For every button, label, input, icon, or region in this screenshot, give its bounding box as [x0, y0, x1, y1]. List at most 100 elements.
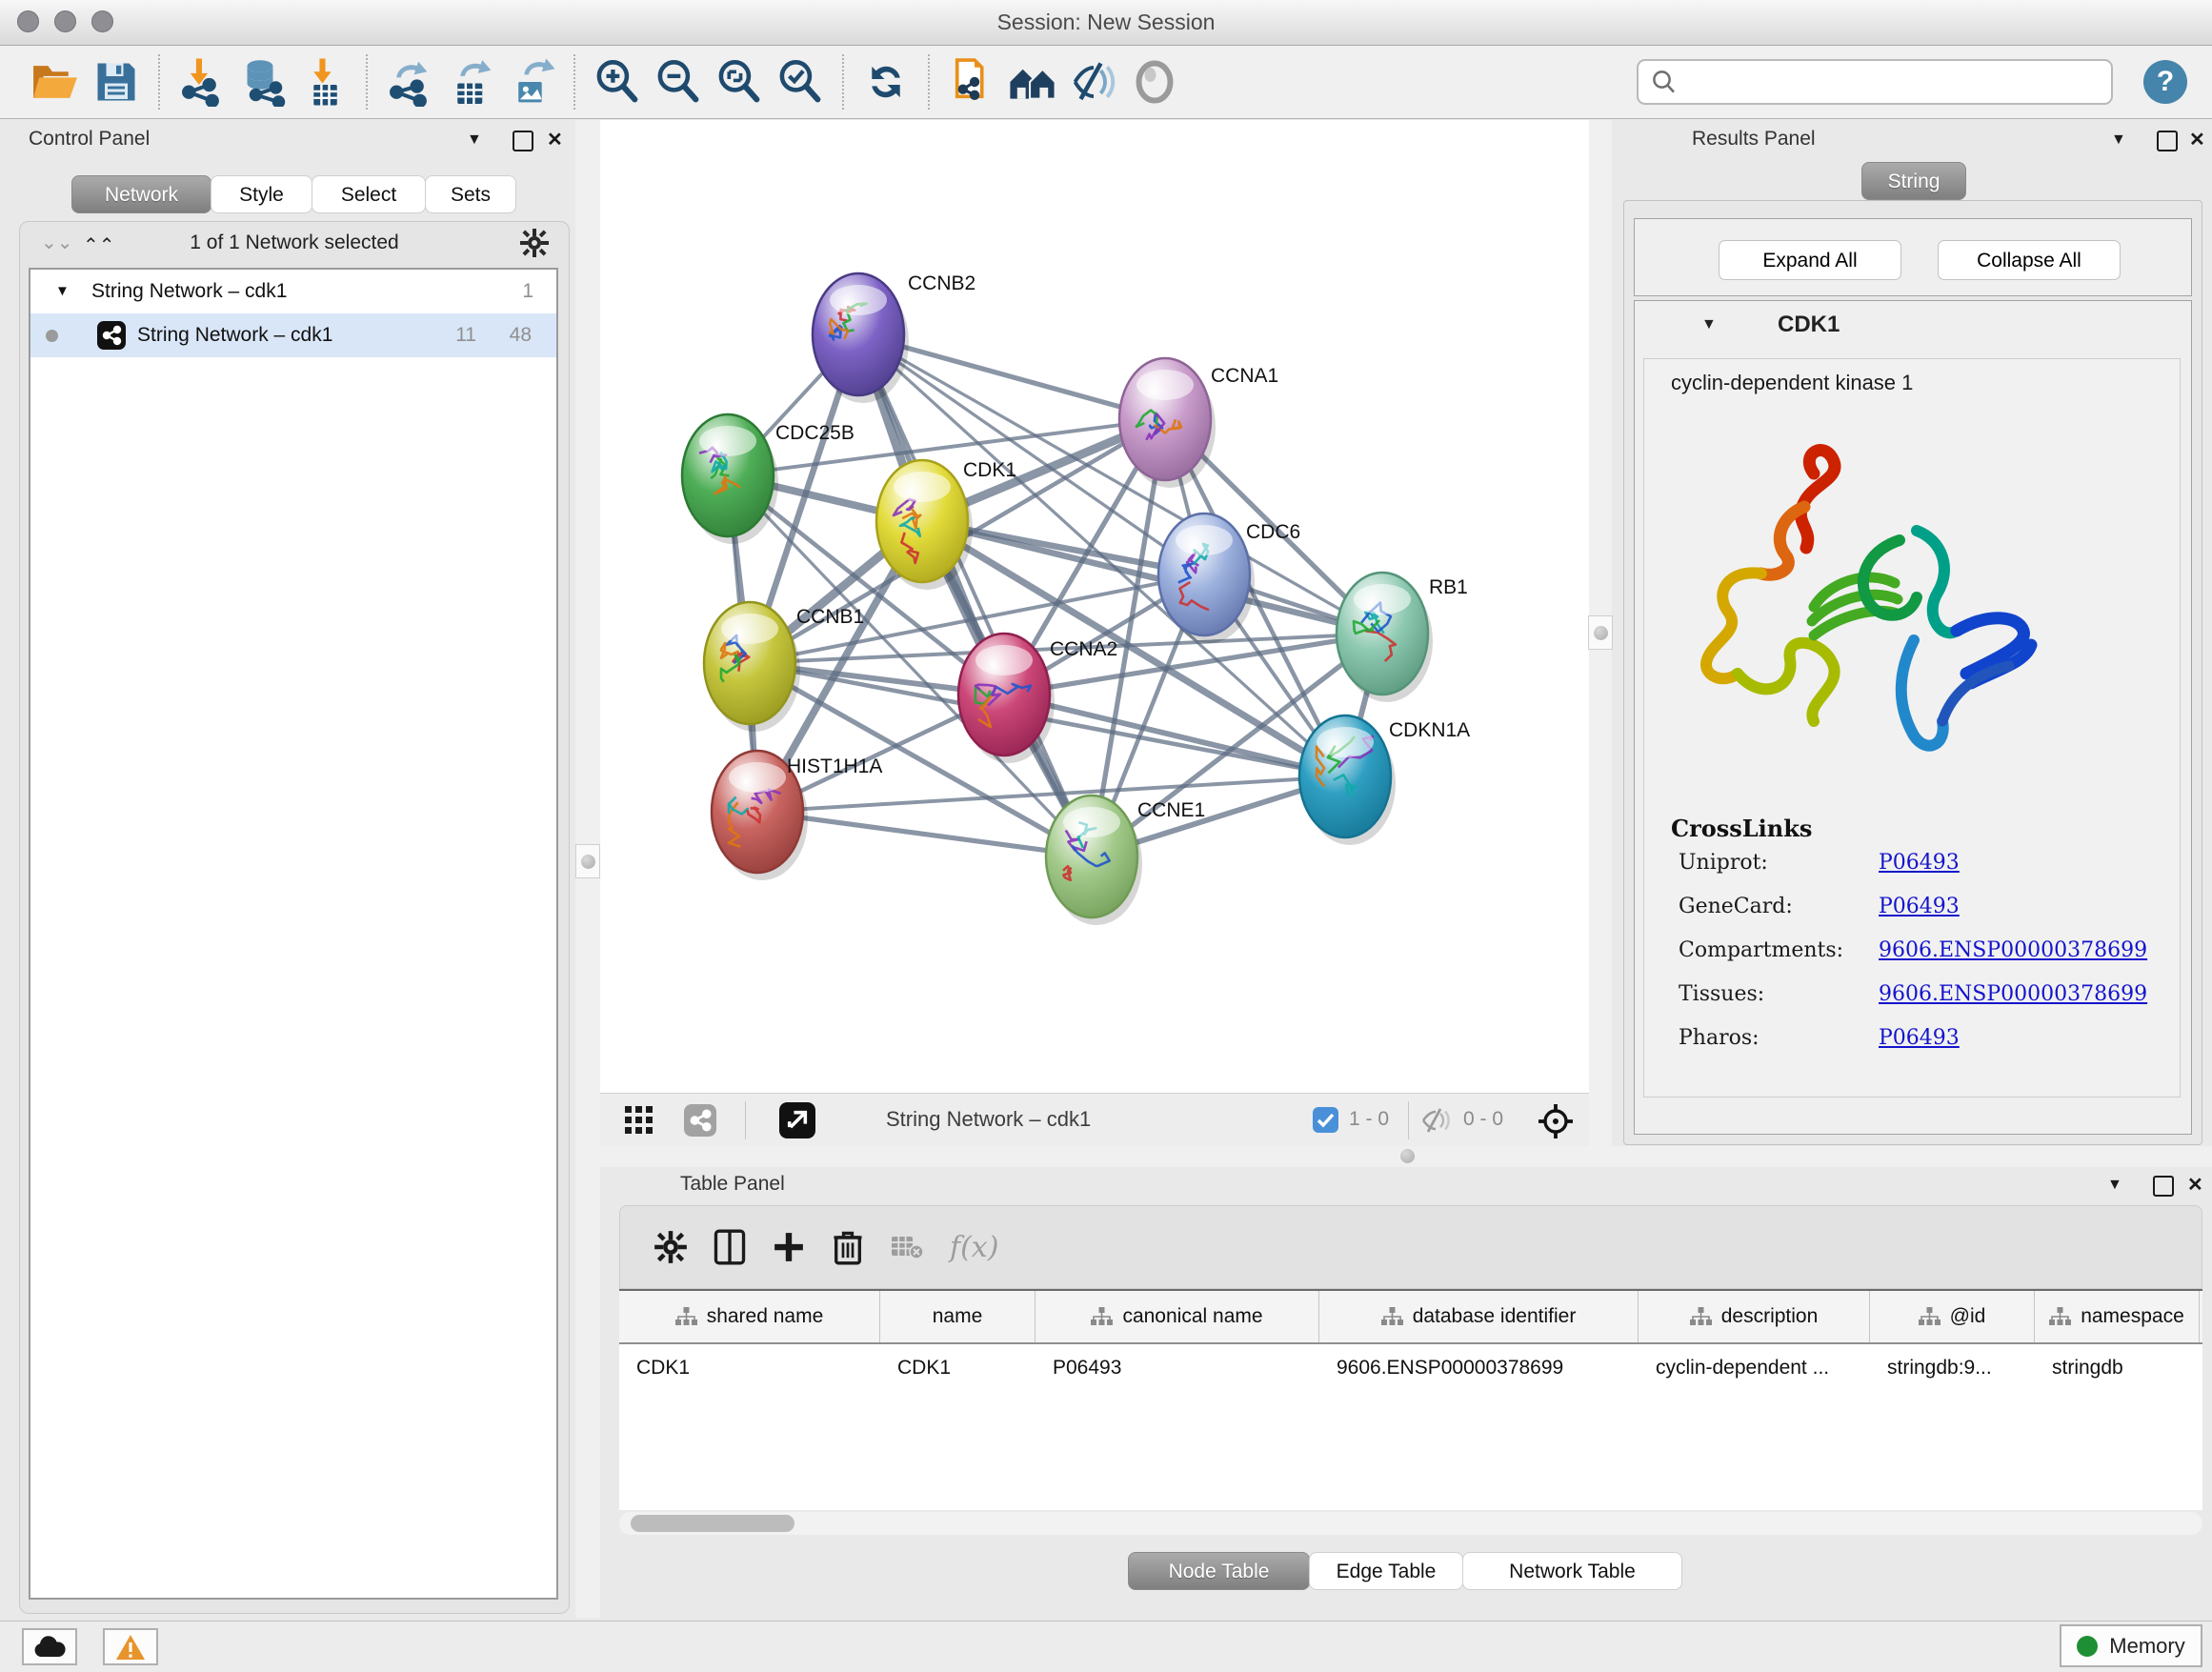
tab-string[interactable]: String: [1861, 162, 1966, 200]
search-field[interactable]: [1637, 59, 2113, 105]
function-builder-icon-disabled[interactable]: f(x): [950, 1231, 998, 1264]
network-node-CCNE1[interactable]: CCNE1: [1046, 796, 1205, 925]
float-panel-button[interactable]: ▼: [467, 131, 482, 149]
table-cell[interactable]: CDK1: [619, 1344, 880, 1392]
vertical-splitter-right[interactable]: [1589, 120, 1612, 1147]
show-hide-preview-button[interactable]: [1124, 50, 1185, 113]
table-cell[interactable]: stringdb: [2035, 1344, 2200, 1392]
network-graph[interactable]: CCNB2CCNA1CDC25BCDK1CDC6RB1CCNB1CCNA2CDK…: [600, 120, 1589, 1093]
export-table-button[interactable]: [440, 50, 501, 113]
table-options-gear-icon[interactable]: [641, 1214, 700, 1280]
crosslink-link[interactable]: P06493: [1879, 1026, 1960, 1050]
splitter-handle[interactable]: [1588, 615, 1613, 650]
scrollbar-thumb[interactable]: [631, 1515, 794, 1532]
network-collection-row[interactable]: ▼ String Network – cdk1 1: [30, 270, 556, 313]
tab-select[interactable]: Select: [312, 175, 426, 213]
network-view-icon[interactable]: [684, 1104, 716, 1137]
column-header-database-identifier[interactable]: database identifier: [1319, 1291, 1639, 1342]
close-panel-button[interactable]: ✕: [2189, 128, 2205, 151]
refresh-button[interactable]: [855, 50, 916, 113]
network-node-CCNA1[interactable]: CCNA1: [1119, 358, 1278, 488]
import-network-from-database-button[interactable]: [232, 50, 293, 113]
table-cell[interactable]: CDK1: [880, 1344, 1036, 1392]
search-input[interactable]: [1679, 70, 2100, 94]
network-node-RB1[interactable]: RB1: [1337, 573, 1468, 702]
table-cell[interactable]: cyclin-dependent ...: [1639, 1344, 1870, 1392]
hide-labels-button[interactable]: [1063, 50, 1124, 113]
collection-expand-caret[interactable]: ▼: [55, 270, 70, 313]
tab-network-table[interactable]: Network Table: [1462, 1552, 1682, 1590]
collapse-all-button[interactable]: Collapse All: [1938, 240, 2121, 280]
horizontal-splitter[interactable]: [600, 1146, 2212, 1167]
crosslink-link[interactable]: P06493: [1879, 895, 1960, 918]
tab-network[interactable]: Network: [71, 175, 211, 213]
crosslink-link[interactable]: 9606.ENSP00000378699: [1879, 982, 2147, 1006]
network-node-CDC6[interactable]: CDC6: [1158, 514, 1300, 643]
vertical-splitter-left[interactable]: [575, 120, 600, 1618]
tab-style[interactable]: Style: [211, 175, 312, 213]
maximize-panel-button[interactable]: [2157, 131, 2178, 151]
import-network-from-file-button[interactable]: [171, 50, 232, 113]
zoom-fit-button[interactable]: [709, 50, 770, 113]
network-node-CDKN1A[interactable]: CDKN1A: [1299, 715, 1470, 845]
create-column-plus-icon[interactable]: [759, 1214, 818, 1280]
table-cell[interactable]: P06493: [1036, 1344, 1319, 1392]
network-options-gear-icon[interactable]: [519, 228, 550, 258]
table-cell[interactable]: stringdb:9...: [1870, 1344, 2035, 1392]
network-node-CCNB2[interactable]: CCNB2: [813, 272, 975, 403]
tab-node-table[interactable]: Node Table: [1128, 1552, 1310, 1590]
protein-section-header[interactable]: ▼ CDK1: [1635, 301, 2191, 354]
splitter-handle[interactable]: [575, 844, 600, 878]
column-header-canonical-name[interactable]: canonical name: [1036, 1291, 1319, 1342]
zoom-out-button[interactable]: [648, 50, 709, 113]
column-header-description[interactable]: description: [1639, 1291, 1870, 1342]
export-image-button[interactable]: [501, 50, 562, 113]
import-table-from-file-button[interactable]: [293, 50, 354, 113]
close-panel-button[interactable]: ✕: [547, 128, 563, 151]
column-header-shared-name[interactable]: shared name: [619, 1291, 880, 1342]
fit-selected-crosshair-icon[interactable]: [1536, 1101, 1576, 1141]
tab-edge-table[interactable]: Edge Table: [1309, 1552, 1463, 1590]
network-node-CDK1[interactable]: CDK1: [876, 459, 1016, 590]
selected-checkbox[interactable]: [1313, 1107, 1338, 1133]
zoom-selected-button[interactable]: [770, 50, 831, 113]
column-header-namespace[interactable]: namespace: [2035, 1291, 2200, 1342]
column-header-name[interactable]: name: [880, 1291, 1036, 1342]
crosslink-link[interactable]: P06493: [1879, 851, 1960, 875]
zoom-in-button[interactable]: [587, 50, 648, 113]
table-row[interactable]: CDK1CDK1P064939606.ENSP00000378699cyclin…: [619, 1344, 2202, 1392]
warning-status-button[interactable]: [103, 1628, 158, 1665]
memory-button[interactable]: Memory: [2060, 1624, 2202, 1667]
expand-all-button[interactable]: Expand All: [1719, 240, 1901, 280]
maximize-panel-button[interactable]: [2153, 1176, 2174, 1197]
tab-sets[interactable]: Sets: [425, 175, 516, 213]
grid-view-icon[interactable]: [625, 1106, 654, 1135]
help-button[interactable]: ?: [2143, 60, 2187, 104]
horizontal-scrollbar[interactable]: [619, 1512, 2202, 1535]
save-session-button[interactable]: [86, 50, 147, 113]
crosslink-link[interactable]: 9606.ENSP00000378699: [1879, 938, 2147, 962]
table-cell[interactable]: 9606.ENSP00000378699: [1319, 1344, 1639, 1392]
network-node-HIST1H1A[interactable]: HIST1H1A: [712, 751, 882, 880]
detach-view-icon[interactable]: [779, 1102, 815, 1138]
delete-table-icon-disabled[interactable]: [877, 1214, 936, 1280]
hidden-eye-icon[interactable]: [1419, 1106, 1454, 1135]
network-edge-CCNB2-CCNE1[interactable]: [858, 334, 1092, 856]
string-import-button[interactable]: [941, 50, 1002, 113]
open-file-button[interactable]: [25, 50, 86, 113]
delete-column-trash-icon[interactable]: [818, 1214, 877, 1280]
home-networks-button[interactable]: [1002, 50, 1063, 113]
cloud-status-button[interactable]: [22, 1628, 77, 1665]
network-canvas[interactable]: CCNB2CCNA1CDC25BCDK1CDC6RB1CCNB1CCNA2CDK…: [600, 120, 1589, 1093]
network-edge-CCNA2-CDKN1A[interactable]: [1004, 695, 1345, 776]
network-row-selected[interactable]: String Network – cdk1 11 48: [30, 313, 556, 357]
column-header--id[interactable]: @id: [1870, 1291, 2035, 1342]
show-columns-icon[interactable]: [700, 1214, 759, 1280]
float-panel-button[interactable]: ▼: [2107, 1177, 2122, 1194]
splitter-handle[interactable]: [1393, 1142, 1421, 1169]
network-node-CCNA2[interactable]: CCNA2: [958, 634, 1117, 763]
export-network-button[interactable]: [379, 50, 440, 113]
float-panel-button[interactable]: ▼: [2111, 131, 2126, 149]
close-panel-button[interactable]: ✕: [2187, 1173, 2203, 1197]
maximize-panel-button[interactable]: [513, 131, 533, 151]
